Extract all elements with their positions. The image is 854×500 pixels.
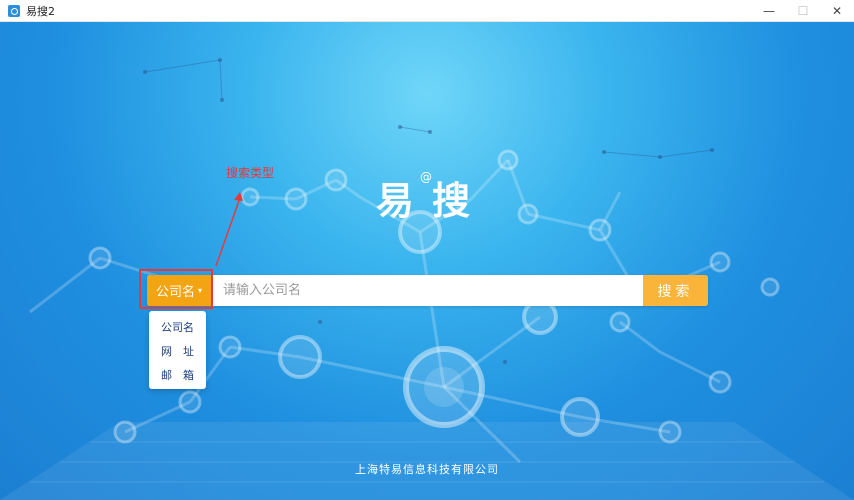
- footer-company-name: 上海特易信息科技有限公司: [355, 463, 499, 476]
- annotation-search-type-label: 搜索类型: [226, 166, 275, 180]
- dropdown-option-company[interactable]: 公司名: [149, 315, 206, 339]
- logo-char-1: 易: [376, 179, 415, 223]
- close-button[interactable]: ✕: [820, 0, 854, 22]
- window-titlebar: 易搜2 — ☐ ✕: [0, 0, 854, 22]
- main-background: 易 @ 搜 搜索类型 公司名 ▾ 搜索 公司名 网 址 邮 箱 上海特易信息科技…: [0, 22, 854, 500]
- app-logo: 易 @ 搜: [376, 168, 486, 223]
- minimize-button[interactable]: —: [752, 0, 786, 22]
- dropdown-option-website[interactable]: 网 址: [149, 339, 206, 363]
- window-controls: — ☐ ✕: [752, 0, 854, 22]
- logo-char-2: 搜: [432, 179, 471, 223]
- search-type-dropdown: 公司名 网 址 邮 箱: [149, 311, 206, 389]
- search-button[interactable]: 搜索: [643, 275, 708, 306]
- logo-at-symbol: @: [420, 170, 432, 184]
- search-bar: 公司名 ▾ 搜索: [147, 275, 708, 306]
- annotation-highlight-box: [139, 269, 213, 309]
- maximize-button[interactable]: ☐: [786, 0, 820, 22]
- app-icon: [8, 4, 20, 17]
- search-input[interactable]: [211, 275, 643, 306]
- network-background-illustration: [0, 58, 854, 500]
- window-title: 易搜2: [26, 4, 55, 18]
- dropdown-option-email[interactable]: 邮 箱: [149, 363, 206, 387]
